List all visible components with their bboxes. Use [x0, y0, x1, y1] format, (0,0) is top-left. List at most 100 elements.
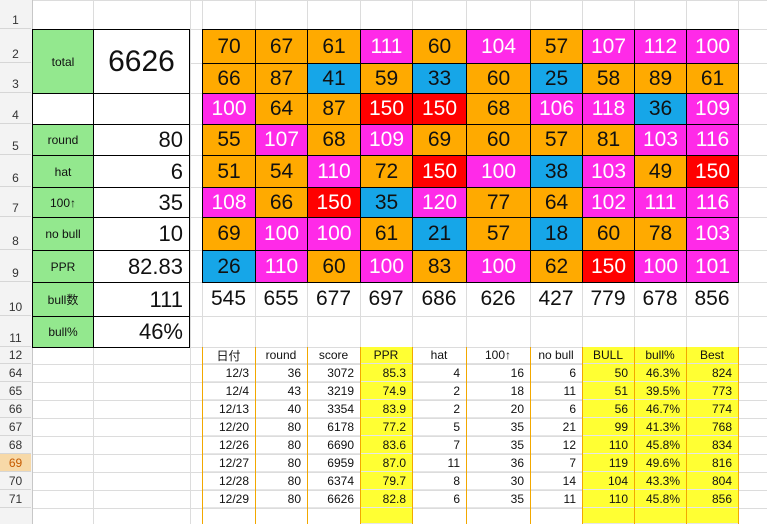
score-cell: 103: [686, 217, 739, 251]
bullcount-value: 111: [93, 282, 190, 317]
score-cell: 120: [412, 187, 467, 218]
row-header-4[interactable]: 4: [0, 93, 31, 124]
history-cell: 12/27: [202, 454, 255, 472]
history-cell: 3072: [307, 364, 360, 382]
total-value: 6626: [93, 29, 190, 94]
column-sum: 856: [694, 287, 730, 310]
history-cell: 856: [686, 490, 738, 508]
ppr-value: 82.83: [93, 250, 190, 283]
nobull-value: 10: [93, 217, 190, 251]
row-header-3[interactable]: 3: [0, 63, 31, 93]
column-sum: 626: [480, 287, 516, 310]
history-cell: 46.3%: [634, 364, 686, 382]
row-header-12[interactable]: 12: [0, 347, 31, 364]
history-cell: 12/26: [202, 436, 255, 454]
history-cell: 12/28: [202, 472, 255, 490]
history-cell: 834: [686, 436, 738, 454]
score-cell: 118: [582, 93, 635, 125]
history-cell: 6374: [307, 472, 360, 490]
column-sum: 655: [263, 287, 299, 310]
column-sum: 697: [368, 287, 404, 310]
score-cell: 108: [202, 187, 256, 218]
history-cell: 3354: [307, 400, 360, 418]
score-cell: 58: [582, 63, 635, 94]
history-cell: 6178: [307, 418, 360, 436]
row-header-11[interactable]: 11: [0, 316, 31, 347]
history-cell: 11: [530, 490, 582, 508]
row-header-66[interactable]: 66: [0, 400, 31, 418]
row-header-6[interactable]: 6: [0, 155, 31, 187]
column-sum: 686: [421, 287, 457, 310]
history-cell: 774: [686, 400, 738, 418]
row-header-71[interactable]: 71: [0, 490, 31, 508]
history-cell: 87.0: [360, 454, 412, 472]
history-cell: 16: [466, 364, 530, 382]
history-cell: 35: [466, 418, 530, 436]
score-cell: 25: [530, 63, 583, 94]
history-cell: 4: [412, 364, 466, 382]
score-cell: 64: [255, 93, 308, 125]
history-cell: 51: [582, 382, 634, 400]
score-cell: 150: [686, 155, 739, 188]
history-cell: 3219: [307, 382, 360, 400]
score-cell: 41: [307, 63, 361, 94]
row-header-68[interactable]: 68: [0, 436, 31, 454]
score-cell: 60: [466, 124, 531, 156]
score-cell: 100: [307, 217, 361, 251]
score-cell: 57: [466, 217, 531, 251]
score-cell: 38: [530, 155, 583, 188]
row-header-8[interactable]: 8: [0, 217, 31, 250]
history-cell: 11: [412, 454, 466, 472]
history-cell: 50: [582, 364, 634, 382]
row-header-7[interactable]: 7: [0, 187, 31, 217]
history-header: 100↑: [466, 347, 530, 364]
row-header-5[interactable]: 5: [0, 124, 31, 155]
history-cell: 768: [686, 418, 738, 436]
history-cell: 45.8%: [634, 490, 686, 508]
history-header: bull%: [634, 347, 686, 364]
row-header-69[interactable]: 69: [0, 454, 31, 472]
history-cell: 7: [530, 454, 582, 472]
score-cell: 70: [202, 29, 256, 64]
hat-label: hat: [32, 155, 94, 188]
row-header-65[interactable]: 65: [0, 382, 31, 400]
gridline-vertical: [190, 0, 191, 524]
history-cell: 6: [530, 400, 582, 418]
history-cell: 35: [466, 436, 530, 454]
score-cell: 100: [360, 250, 413, 283]
row-header-70[interactable]: 70: [0, 472, 31, 490]
score-cell: 103: [582, 155, 635, 188]
history-cell: 773: [686, 382, 738, 400]
row-header-10[interactable]: 10: [0, 282, 31, 316]
row-header-9[interactable]: 9: [0, 250, 31, 282]
score-cell: 72: [360, 155, 413, 188]
row-header-2[interactable]: 2: [0, 29, 31, 63]
history-header: PPR: [360, 347, 412, 364]
round-label: round: [32, 124, 94, 156]
score-cell: 116: [686, 187, 739, 218]
row-header-1[interactable]: 1: [0, 0, 31, 29]
bullpct-value: 46%: [93, 316, 190, 348]
score-cell: 62: [530, 250, 583, 283]
score-cell: 57: [530, 124, 583, 156]
history-cell: 36: [255, 364, 307, 382]
blank-label: [32, 93, 94, 125]
history-header: round: [255, 347, 307, 364]
score-cell: 87: [255, 63, 308, 94]
score-cell: 26: [202, 250, 256, 283]
history-cell: 77.2: [360, 418, 412, 436]
score-cell: 150: [307, 187, 361, 218]
score-cell: 60: [307, 250, 361, 283]
row-header-64[interactable]: 64: [0, 364, 31, 382]
score-cell: 60: [466, 63, 531, 94]
score-cell: 66: [202, 63, 256, 94]
history-cell: 7: [412, 436, 466, 454]
score-cell: 101: [686, 250, 739, 283]
history-cell: 74.9: [360, 382, 412, 400]
history-cell: 99: [582, 418, 634, 436]
history-cell: 104: [582, 472, 634, 490]
history-cell: 2: [412, 382, 466, 400]
score-cell: 111: [360, 29, 413, 64]
row-header-67[interactable]: 67: [0, 418, 31, 436]
score-cell: 51: [202, 155, 256, 188]
